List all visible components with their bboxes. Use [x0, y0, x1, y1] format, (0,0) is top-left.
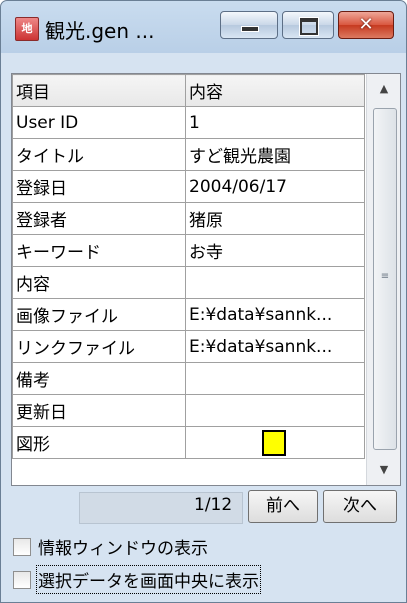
- row-value[interactable]: E:¥data¥sannk...: [185, 298, 365, 331]
- table-row[interactable]: User ID 1: [12, 106, 365, 139]
- row-label: キーワード: [12, 234, 186, 267]
- column-header-item[interactable]: 項目: [12, 74, 186, 107]
- row-label: タイトル: [12, 138, 186, 171]
- grip-icon: ≡: [380, 271, 390, 282]
- row-label: User ID: [12, 106, 186, 139]
- row-label: 図形: [12, 426, 186, 459]
- row-label: 更新日: [12, 394, 186, 427]
- row-value[interactable]: 1: [185, 106, 365, 139]
- maximize-icon: [300, 18, 318, 35]
- table-row[interactable]: タイトル すど観光農園: [12, 138, 365, 171]
- row-value[interactable]: 猪原: [185, 202, 365, 235]
- prev-button[interactable]: 前へ: [248, 490, 318, 523]
- row-value-shape[interactable]: [185, 426, 365, 459]
- next-button[interactable]: 次へ: [323, 490, 397, 523]
- table-row[interactable]: 更新日: [12, 394, 365, 427]
- row-label: リンクファイル: [12, 330, 186, 363]
- scroll-down-icon[interactable]: ▼: [367, 455, 400, 485]
- row-label: 登録日: [12, 170, 186, 203]
- attribute-table: 項目 内容 User ID 1 タイトル すど観光農園 登録日 2004/06/17 …: [12, 74, 365, 459]
- row-label: 登録者: [12, 202, 186, 235]
- row-label: 備考: [12, 362, 186, 395]
- vertical-scrollbar[interactable]: ▲ ≡ ▼: [366, 74, 400, 485]
- show-info-window-checkbox[interactable]: [13, 538, 31, 556]
- attribute-grid[interactable]: 項目 内容 User ID 1 タイトル すど観光農園 登録日 2004/06/17 …: [11, 73, 401, 486]
- table-row[interactable]: リンクファイル E:¥data¥sannk...: [12, 330, 365, 363]
- column-header-content[interactable]: 内容: [185, 74, 365, 107]
- header-row: 項目 内容: [12, 74, 365, 107]
- row-value[interactable]: お寺: [185, 234, 365, 267]
- table-row[interactable]: 備考: [12, 362, 365, 395]
- show-info-window-label[interactable]: 情報ウィンドウの表示: [38, 534, 208, 559]
- maximize-button[interactable]: [282, 11, 334, 39]
- row-value[interactable]: すど観光農園: [185, 138, 365, 171]
- table-row[interactable]: 図形: [12, 426, 365, 459]
- row-value[interactable]: [185, 266, 365, 299]
- close-icon: ✕: [358, 14, 374, 35]
- table-row[interactable]: 登録者 猪原: [12, 202, 365, 235]
- row-value[interactable]: [185, 362, 365, 395]
- page-indicator: 1/12: [194, 495, 233, 515]
- center-selection-label[interactable]: 選択データを画面中央に表示: [36, 565, 261, 594]
- row-value[interactable]: [185, 394, 365, 427]
- table-row[interactable]: 登録日 2004/06/17: [12, 170, 365, 203]
- title-bar[interactable]: 地 観光.gen ... ✕: [1, 1, 406, 53]
- table-row[interactable]: 画像ファイル E:¥data¥sannk...: [12, 298, 365, 331]
- row-label: 画像ファイル: [12, 298, 186, 331]
- table-row[interactable]: 内容: [12, 266, 365, 299]
- window-title: 観光.gen ...: [45, 19, 155, 43]
- table-row[interactable]: キーワード お寺: [12, 234, 365, 267]
- minimize-icon: [241, 26, 259, 32]
- scroll-up-icon[interactable]: ▲: [367, 74, 400, 104]
- row-label: 内容: [12, 266, 186, 299]
- scroll-thumb[interactable]: ≡: [373, 108, 397, 450]
- app-icon: 地: [15, 17, 39, 41]
- shape-swatch[interactable]: [262, 429, 286, 456]
- center-selection-checkbox[interactable]: [13, 571, 31, 589]
- row-value[interactable]: 2004/06/17: [185, 170, 365, 203]
- info-window: 地 観光.gen ... ✕ 項目 内容 User ID 1 タイトル すど観光農園…: [0, 0, 407, 603]
- row-value[interactable]: E:¥data¥sannk...: [185, 330, 365, 363]
- close-button[interactable]: ✕: [338, 11, 394, 39]
- minimize-button[interactable]: [220, 11, 278, 39]
